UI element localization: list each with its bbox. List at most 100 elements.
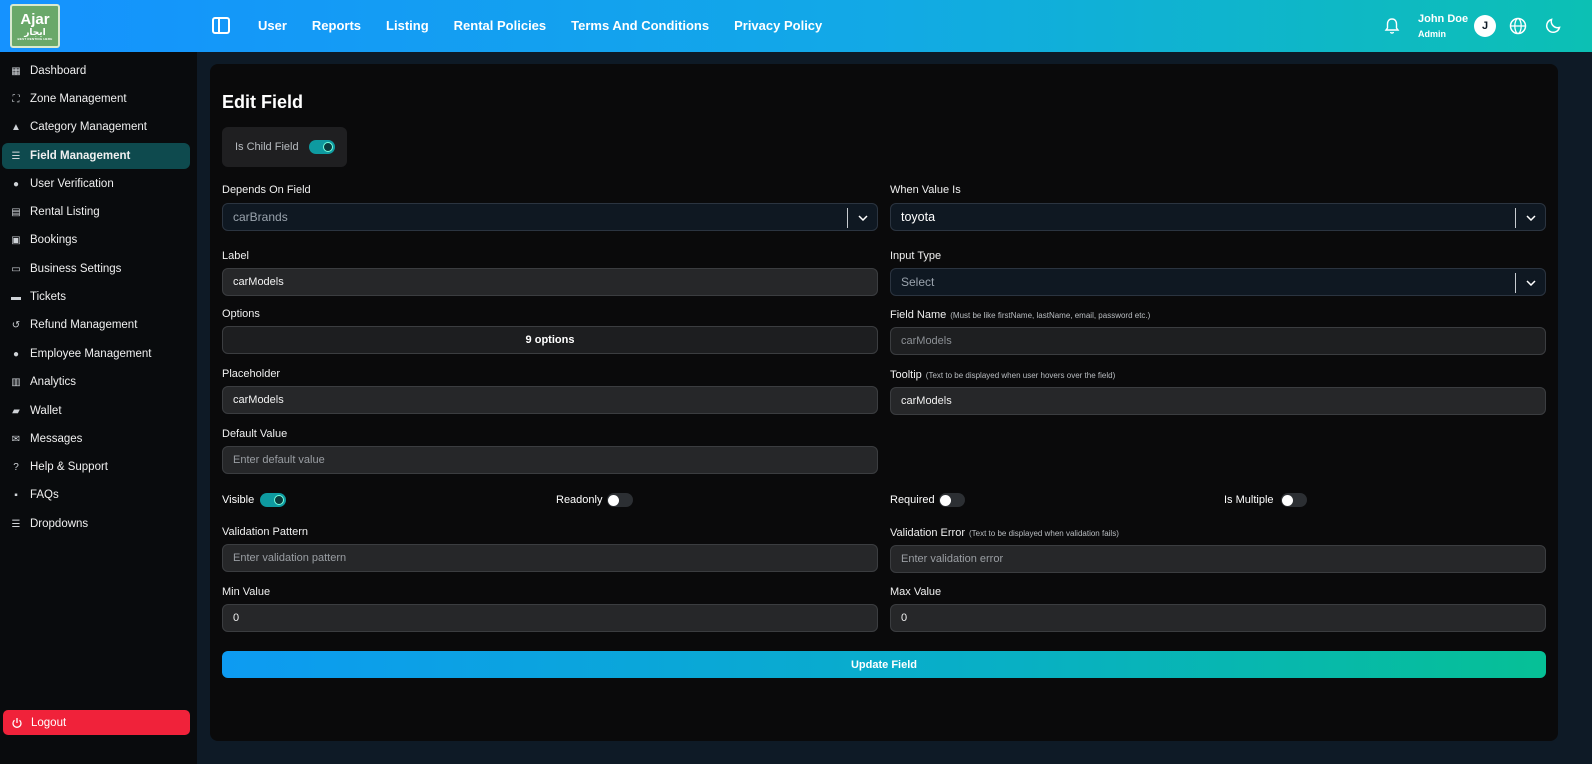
logout-button[interactable]: Logout	[3, 710, 190, 735]
sidebar: ▦ Dashboard ⛶ Zone Management ▲ Category Ma…	[0, 52, 197, 764]
calendar-icon: ▣	[11, 234, 21, 246]
label-label: Label	[222, 250, 249, 262]
placeholder-input[interactable]: carModels	[222, 386, 878, 414]
top-bar: Ajar ايجار BEST RENTING HERE User Report…	[0, 0, 1592, 52]
sidebar-item-label: Business Settings	[30, 263, 122, 275]
sidebar-item-employee-management[interactable]: ● Employee Management	[2, 341, 190, 367]
sidebar-item-wallet[interactable]: ▰ Wallet	[2, 398, 190, 424]
sidebar-item-messages[interactable]: ✉ Messages	[2, 426, 190, 452]
depends-on-value: carBrands	[233, 210, 288, 224]
when-value-value: toyota	[901, 210, 936, 224]
sidebar-item-tickets[interactable]: ▬ Tickets	[2, 284, 190, 310]
nav-listing[interactable]: Listing	[386, 18, 429, 33]
sidebar-item-faqs[interactable]: ▪ FAQs	[2, 482, 190, 508]
when-value-select[interactable]: toyota	[890, 203, 1546, 231]
sidebar-item-field-management[interactable]: ☰ Field Management	[2, 143, 190, 169]
list-icon: ☰	[11, 518, 21, 530]
default-value-input[interactable]: Enter default value	[222, 446, 878, 474]
nav-terms[interactable]: Terms And Conditions	[571, 18, 709, 33]
field-name-input[interactable]: carModels	[890, 327, 1546, 355]
visible-toggle[interactable]	[260, 493, 286, 507]
zone-icon: ⛶	[12, 93, 20, 105]
faq-icon: ▪	[14, 489, 18, 501]
bell-icon[interactable]	[1384, 17, 1400, 35]
undo-icon: ↺	[11, 319, 21, 331]
validation-error-hint: (Text to be displayed when validation fa…	[969, 529, 1119, 538]
sidebar-item-user-verification[interactable]: ● User Verification	[2, 171, 190, 197]
validation-pattern-label: Validation Pattern	[222, 526, 309, 538]
default-value-label: Default Value	[222, 428, 288, 440]
is-child-field-label: Is Child Field	[235, 141, 299, 153]
min-value-input[interactable]: 0	[222, 604, 878, 632]
max-value-input[interactable]: 0	[890, 604, 1546, 632]
top-nav: User Reports Listing Rental Policies Ter…	[258, 18, 847, 33]
shapes-icon: ▲	[11, 121, 21, 133]
nav-reports[interactable]: Reports	[312, 18, 361, 33]
readonly-toggle[interactable]	[607, 493, 633, 507]
user-name[interactable]: John Doe	[1418, 13, 1468, 25]
sidebar-item-bookings[interactable]: ▣ Bookings	[2, 227, 190, 253]
readonly-label: Readonly	[556, 494, 603, 506]
sidebar-item-rental-listing[interactable]: ▤ Rental Listing	[2, 199, 190, 225]
sidebar-item-label: Dashboard	[30, 65, 87, 77]
sidebar-item-label: Dropdowns	[30, 518, 89, 530]
sidebar-item-analytics[interactable]: ▥ Analytics	[2, 369, 190, 395]
sidebar-item-category-management[interactable]: ▲ Category Management	[2, 114, 190, 140]
nav-rental-policies[interactable]: Rental Policies	[454, 18, 546, 33]
validation-error-label: Validation Error (Text to be displayed wh…	[890, 527, 1119, 539]
sidebar-toggle-icon[interactable]	[212, 17, 230, 34]
users-icon: ●	[12, 178, 20, 190]
update-field-button[interactable]: Update Field	[222, 651, 1546, 678]
depends-on-label: Depends On Field	[222, 184, 311, 196]
validation-error-input[interactable]: Enter validation error	[890, 545, 1546, 573]
sidebar-item-refund-management[interactable]: ↺ Refund Management	[2, 312, 190, 338]
power-icon	[12, 717, 22, 728]
options-button[interactable]: 9 options	[222, 326, 878, 354]
depends-on-select[interactable]: carBrands	[222, 203, 878, 231]
logout-label: Logout	[31, 716, 67, 729]
tooltip-hint: (Text to be displayed when user hovers o…	[925, 371, 1116, 380]
sidebar-item-business-settings[interactable]: ▭ Business Settings	[2, 256, 190, 282]
user-role: Admin	[1418, 29, 1446, 39]
sidebar-item-dropdowns[interactable]: ☰ Dropdowns	[2, 511, 190, 537]
nav-user[interactable]: User	[258, 18, 287, 33]
tooltip-input[interactable]: carModels	[890, 387, 1546, 415]
sidebar-item-label: Rental Listing	[30, 206, 100, 218]
moon-icon[interactable]	[1545, 17, 1562, 34]
sidebar-item-dashboard[interactable]: ▦ Dashboard	[2, 58, 190, 84]
label-input[interactable]: carModels	[222, 268, 878, 296]
tooltip-label-text: Tooltip	[890, 369, 922, 381]
avatar[interactable]: J	[1474, 15, 1496, 37]
logo-text: Ajar	[20, 10, 50, 28]
page-title: Edit Field	[222, 92, 303, 112]
options-label: Options	[222, 308, 260, 320]
grid-icon: ▦	[11, 65, 21, 77]
min-value-label: Min Value	[222, 586, 271, 598]
validation-pattern-input[interactable]: Enter validation pattern	[222, 544, 878, 572]
sidebar-item-zone-management[interactable]: ⛶ Zone Management	[2, 86, 190, 112]
mail-icon: ✉	[11, 433, 21, 445]
tooltip-label: Tooltip (Text to be displayed when user h…	[890, 369, 1115, 381]
input-type-label: Input Type	[890, 250, 942, 262]
sidebar-item-label: User Verification	[30, 178, 114, 190]
wallet-icon: ▰	[12, 405, 20, 417]
chevron-down-icon	[847, 208, 877, 228]
nav-privacy[interactable]: Privacy Policy	[734, 18, 822, 33]
field-name-hint: (Must be like firstName, lastName, email…	[950, 311, 1151, 320]
input-type-value: Select	[901, 275, 935, 289]
max-value-label: Max Value	[890, 586, 942, 598]
sidebar-item-help-support[interactable]: ? Help & Support	[2, 454, 190, 480]
logo-text-arabic: ايجار	[24, 26, 46, 37]
is-child-field-toggle[interactable]	[309, 140, 335, 154]
required-toggle[interactable]	[939, 493, 965, 507]
sliders-icon: ☰	[11, 150, 21, 162]
sidebar-item-label: Zone Management	[30, 93, 127, 105]
app-logo[interactable]: Ajar ايجار BEST RENTING HERE	[10, 4, 60, 48]
globe-icon[interactable]	[1509, 17, 1527, 35]
sidebar-item-label: Field Management	[30, 150, 131, 162]
clipboard-icon: ▤	[11, 206, 21, 218]
validation-error-label-text: Validation Error	[890, 527, 965, 539]
is-multiple-label: Is Multiple	[1224, 494, 1274, 506]
is-multiple-toggle[interactable]	[1281, 493, 1307, 507]
input-type-select[interactable]: Select	[890, 268, 1546, 296]
